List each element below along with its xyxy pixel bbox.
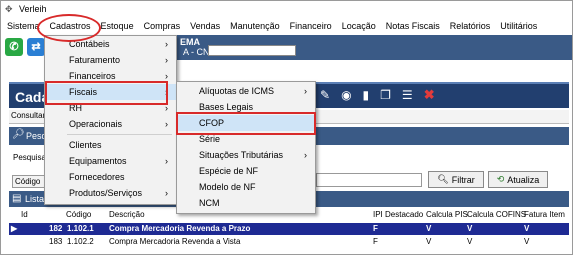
refresh-icon: ⟲ [496, 174, 505, 184]
menu-financeiro[interactable]: Financeiro [285, 21, 337, 31]
close-icon[interactable]: ✖ [424, 87, 435, 103]
cell-id: 183 [49, 237, 63, 246]
teamviewer-icon[interactable]: ⇄ [27, 38, 45, 56]
view-icon[interactable]: ◉ [341, 88, 351, 102]
menu-compras[interactable]: Compras [139, 21, 186, 31]
menu-item-label: Clientes [69, 140, 102, 150]
menu-item-aliquotas-icms[interactable]: Alíquotas de ICMS › [177, 83, 315, 99]
results-grid: Id Código Descrição IPI Destacado Calcul… [9, 208, 569, 253]
col-header-cofins[interactable]: Calcula COFINS [467, 208, 526, 221]
edit-icon[interactable]: ✎ [320, 88, 330, 102]
list-section-icon: ▤ [12, 193, 22, 204]
code-input[interactable] [316, 173, 422, 187]
menu-item-faturamento[interactable]: Faturamento › [45, 52, 176, 68]
cell-cofins: V [467, 224, 473, 233]
cadastros-highlight-oval [37, 14, 101, 42]
menu-item-situacoes-tributarias[interactable]: Situações Tributárias › [177, 147, 315, 163]
refresh-button[interactable]: ⟲ Atualiza [488, 171, 548, 188]
menu-item-fornecedores[interactable]: Fornecedores [45, 169, 176, 185]
menu-item-label: Operacionais [69, 119, 123, 129]
submenu-arrow-icon: › [165, 55, 168, 65]
menu-item-label: Alíquotas de ICMS [199, 86, 275, 96]
list-section-title: Lista [25, 194, 45, 204]
cell-cofins: V [467, 237, 473, 246]
menu-item-produtos-servicos[interactable]: Produtos/Serviços › [45, 185, 176, 201]
col-header-pis[interactable]: Calcula PIS [426, 208, 468, 221]
search-section-icon: 🔎︎ [12, 129, 25, 140]
col-header-descricao[interactable]: Descrição [109, 208, 145, 221]
menu-notas-fiscais[interactable]: Notas Fiscais [381, 21, 445, 31]
system-name: EMA [180, 37, 200, 47]
cell-ipi: F [373, 224, 378, 233]
fiscais-highlight-box [45, 81, 168, 105]
delete-icon[interactable]: ▮ [363, 88, 370, 102]
table-row[interactable]: ▶ 182 1.102.1 Compra Mercadoria Revenda … [9, 223, 569, 235]
submenu-arrow-icon: › [165, 119, 168, 129]
submenu-arrow-icon: › [165, 39, 168, 49]
menu-manutencao[interactable]: Manutenção [225, 21, 285, 31]
menu-item-label: Faturamento [69, 55, 121, 65]
cell-descricao: Compra Mercadoria Revenda a Prazo [109, 224, 251, 233]
menu-item-label: Produtos/Serviços [69, 188, 143, 198]
menu-item-modelo-nf[interactable]: Modelo de NF [177, 179, 315, 195]
col-header-id[interactable]: Id [21, 208, 28, 221]
col-header-fatura[interactable]: Fatura Item [524, 208, 565, 221]
cell-pis: V [426, 224, 432, 233]
col-header-ipi[interactable]: IPI Destacado [373, 208, 423, 221]
code-field-label: Código [12, 175, 46, 188]
cell-pis: V [426, 237, 432, 246]
submenu-arrow-icon: › [165, 156, 168, 166]
cfop-highlight-box [176, 112, 316, 135]
app-icon: ✥ [5, 4, 13, 14]
col-header-codigo[interactable]: Código [66, 208, 91, 221]
row-indicator-icon: ▶ [11, 224, 18, 233]
menu-item-clientes[interactable]: Clientes [45, 137, 176, 153]
menu-locacao[interactable]: Locação [337, 21, 381, 31]
fiscais-submenu: Alíquotas de ICMS › Bases Legais CFOP Sé… [176, 81, 316, 214]
menu-estoque[interactable]: Estoque [96, 21, 139, 31]
menu-item-equipamentos[interactable]: Equipamentos › [45, 153, 176, 169]
menu-item-label: Modelo de NF [199, 182, 256, 192]
list-icon[interactable]: ☰ [402, 88, 413, 102]
cell-ipi: F [373, 237, 378, 246]
table-row[interactable]: 183 1.102.2 Compra Mercadoria Revenda a … [9, 236, 569, 248]
submenu-arrow-icon: › [304, 150, 307, 160]
filter-button[interactable]: 🔍︎ Filtrar [428, 171, 484, 188]
menu-item-label: Fornecedores [69, 172, 125, 182]
tab-consultar[interactable]: Consultar [11, 111, 45, 120]
menu-item-ncm[interactable]: NCM [177, 195, 315, 211]
menu-utilitarios[interactable]: Utilitários [495, 21, 542, 31]
cell-id: 182 [49, 224, 63, 233]
cnpj-value [208, 45, 296, 56]
menu-item-operacionais[interactable]: Operacionais › [45, 116, 176, 132]
window-title: Verleih [19, 4, 47, 14]
window-toolbar: ✎ ◉ ▮ ❐ ☰ ✖ [320, 86, 435, 104]
title-bar: ✥ Verleih [1, 1, 572, 17]
menu-item-label: Situações Tributárias [199, 150, 284, 160]
cell-fatura: V [524, 224, 530, 233]
cell-codigo: 1.102.1 [67, 224, 94, 233]
menu-item-label: Equipamentos [69, 156, 127, 166]
submenu-arrow-icon: › [304, 86, 307, 96]
cell-codigo: 1.102.2 [67, 237, 94, 246]
menu-relatorios[interactable]: Relatórios [445, 21, 496, 31]
filter-icon: 🔍︎ [437, 174, 449, 184]
search-label: Pesquisa [13, 153, 46, 162]
filter-button-label: Filtrar [451, 174, 475, 185]
menu-separator [67, 134, 172, 135]
menu-item-label: NCM [199, 198, 220, 208]
menu-item-label: Espécie de NF [199, 166, 259, 176]
cadastros-menu: Contábeis › Faturamento › Financeiros › … [44, 35, 177, 205]
cell-descricao: Compra Mercadoria Revenda a Vista [109, 237, 241, 246]
menu-vendas[interactable]: Vendas [185, 21, 225, 31]
whatsapp-icon[interactable]: ✆ [5, 38, 23, 56]
copy-icon[interactable]: ❐ [380, 88, 391, 102]
menu-item-especie-nf[interactable]: Espécie de NF [177, 163, 315, 179]
refresh-button-label: Atualiza [507, 174, 540, 185]
cell-fatura: V [524, 237, 530, 246]
submenu-arrow-icon: › [165, 188, 168, 198]
